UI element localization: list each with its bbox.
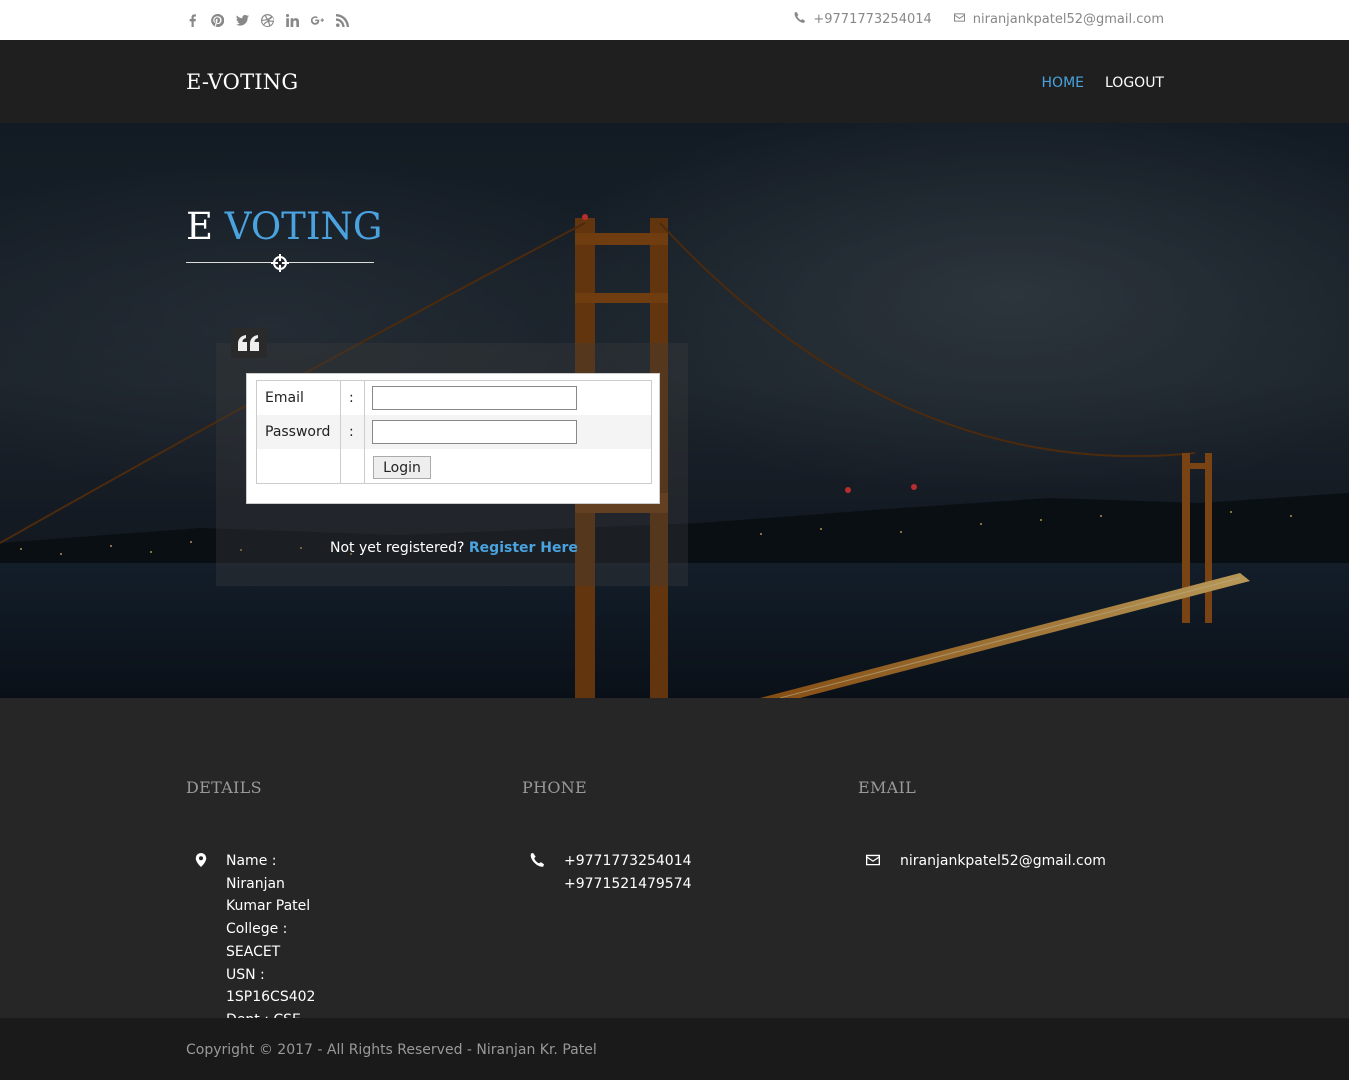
register-link[interactable]: Register Here bbox=[469, 540, 578, 556]
details-usn: USN : 1SP16CS402 bbox=[226, 966, 316, 1006]
phone-icon bbox=[530, 852, 546, 868]
register-prefix: Not yet registered? bbox=[330, 540, 465, 556]
password-row: Password : bbox=[257, 415, 651, 449]
top-email-text[interactable]: niranjankpatel52@gmail.com bbox=[973, 12, 1164, 27]
password-colon: : bbox=[349, 424, 354, 440]
hero-title-accent: VOTING bbox=[224, 205, 383, 248]
quote-icon bbox=[231, 328, 267, 358]
social-links bbox=[184, 12, 350, 28]
top-email: niranjankpatel52@gmail.com bbox=[953, 12, 1164, 27]
top-phone-text: +9771773254014 bbox=[813, 12, 932, 27]
login-form: Email : Password : Login bbox=[246, 373, 660, 504]
crosshair-icon bbox=[271, 254, 289, 272]
brand-logo[interactable]: E-VOTING bbox=[186, 70, 298, 94]
top-phone: +9771773254014 bbox=[794, 12, 932, 27]
facebook-icon[interactable] bbox=[184, 12, 200, 28]
hero-title-main: E bbox=[186, 205, 214, 248]
details-body: Name : Niranjan Kumar Patel College : SE… bbox=[194, 850, 317, 1032]
phone-heading: PHONE bbox=[522, 778, 588, 797]
email-body: niranjankpatel52@gmail.com bbox=[866, 850, 1106, 873]
navbar: E-VOTING HOME LOGOUT bbox=[0, 40, 1349, 123]
details-heading: DETAILS bbox=[186, 778, 262, 797]
google-plus-icon[interactable] bbox=[309, 12, 325, 28]
phone-body: +9771773254014 +9771521479574 bbox=[530, 850, 692, 895]
phone-icon bbox=[794, 12, 806, 27]
password-input[interactable] bbox=[372, 420, 577, 444]
footer-phone: PHONE +9771773254014 +9771521479574 bbox=[522, 778, 692, 892]
footer-details: DETAILS Name : Niranjan Kumar Patel Coll… bbox=[186, 778, 315, 1028]
table-divider-1 bbox=[340, 381, 341, 483]
phone-number-2: +9771521479574 bbox=[564, 875, 692, 892]
footer-email-address[interactable]: niranjankpatel52@gmail.com bbox=[900, 850, 1106, 873]
email-text: niranjankpatel52@gmail.com bbox=[900, 850, 1106, 873]
phone-text: +9771773254014 +9771521479574 bbox=[564, 850, 692, 895]
phone-number-1: +9771773254014 bbox=[564, 853, 692, 869]
details-name: Name : Niranjan Kumar Patel bbox=[226, 853, 311, 915]
login-button[interactable]: Login bbox=[373, 456, 431, 479]
linkedin-icon[interactable] bbox=[284, 12, 300, 28]
register-prompt: Not yet registered? Register Here bbox=[330, 540, 578, 556]
email-row: Email : bbox=[257, 381, 651, 415]
footer: DETAILS Name : Niranjan Kumar Patel Coll… bbox=[0, 698, 1349, 1028]
email-heading: EMAIL bbox=[858, 778, 917, 797]
nav-home[interactable]: HOME bbox=[1042, 75, 1084, 91]
nav-logout[interactable]: LOGOUT bbox=[1105, 75, 1164, 91]
twitter-icon[interactable] bbox=[234, 12, 250, 28]
table-divider-2 bbox=[364, 381, 365, 483]
top-bar: +9771773254014 niranjankpatel52@gmail.co… bbox=[0, 0, 1349, 40]
footer-email: EMAIL niranjankpatel52@gmail.com bbox=[858, 778, 1106, 869]
dribbble-icon[interactable] bbox=[259, 12, 275, 28]
copyright-text: Copyright © 2017 - All Rights Reserved -… bbox=[186, 1042, 597, 1058]
details-text: Name : Niranjan Kumar Patel College : SE… bbox=[226, 850, 317, 1032]
copyright-bar: Copyright © 2017 - All Rights Reserved -… bbox=[0, 1018, 1349, 1080]
top-contact: +9771773254014 niranjankpatel52@gmail.co… bbox=[794, 12, 1164, 27]
pinterest-icon[interactable] bbox=[209, 12, 225, 28]
email-colon: : bbox=[349, 390, 354, 406]
envelope-icon bbox=[866, 852, 882, 868]
email-input[interactable] bbox=[372, 386, 577, 410]
hero-title: E VOTING bbox=[186, 205, 382, 248]
nav-menu: HOME LOGOUT bbox=[1042, 75, 1164, 91]
password-label: Password bbox=[265, 424, 331, 440]
rss-icon[interactable] bbox=[334, 12, 350, 28]
hero-section: E VOTING Email : Password : Login Not ye… bbox=[0, 123, 1349, 698]
email-label: Email bbox=[265, 390, 304, 406]
map-marker-icon bbox=[194, 852, 208, 868]
envelope-icon bbox=[953, 12, 965, 27]
login-table: Email : Password : Login bbox=[256, 380, 652, 484]
details-college: College : SEACET bbox=[226, 921, 288, 960]
button-row: Login bbox=[257, 449, 651, 483]
